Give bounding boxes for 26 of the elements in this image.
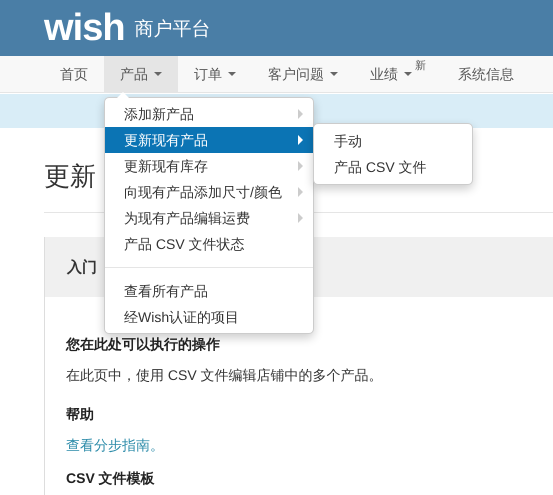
submenu-item[interactable]: 手动 xyxy=(314,128,472,154)
nav-tab[interactable]: 系统信息 xyxy=(442,56,530,92)
menu-item[interactable]: 添加新产品 xyxy=(105,101,313,127)
nav-tab[interactable]: 客户问题 xyxy=(252,56,354,92)
menu-item[interactable]: 为现有产品编辑运费 xyxy=(105,205,313,231)
nav-tab[interactable]: 业绩 新 xyxy=(354,56,442,92)
nav-tab[interactable]: 订单 xyxy=(178,56,252,92)
page-heading: 更新 xyxy=(44,164,96,190)
section-heading: CSV 文件模板 xyxy=(66,469,156,488)
section-text: 在此页中，使用 CSV 文件编辑店铺中的多个产品。 xyxy=(66,366,384,385)
menu-item[interactable]: 向现有产品添加尺寸/颜色 xyxy=(105,179,313,205)
section-heading: 帮助 xyxy=(66,405,95,424)
menu-item[interactable]: 更新现有库存 xyxy=(105,153,313,179)
card-title: 入门 xyxy=(67,256,97,278)
menu-item[interactable]: 经Wish认证的项目 xyxy=(105,304,313,330)
submenu-item[interactable]: 产品 CSV 文件 xyxy=(314,154,472,180)
nav-tab[interactable]: 首页 xyxy=(44,56,104,92)
guide-link[interactable]: 查看分步指南。 xyxy=(66,435,164,456)
menu-item[interactable]: 产品 CSV 文件状态 xyxy=(105,231,313,257)
logo[interactable]: wish xyxy=(44,9,125,47)
new-label: 新 xyxy=(415,61,426,72)
menu-item[interactable]: 查看所有产品 xyxy=(105,278,313,304)
nav-tab[interactable]: 产品 xyxy=(104,56,178,92)
section-heading: 您在此处可以执行的操作 xyxy=(66,335,221,354)
menu-item[interactable]: 更新现有产品 xyxy=(105,127,313,153)
header-title: 商户平台 xyxy=(134,18,211,42)
